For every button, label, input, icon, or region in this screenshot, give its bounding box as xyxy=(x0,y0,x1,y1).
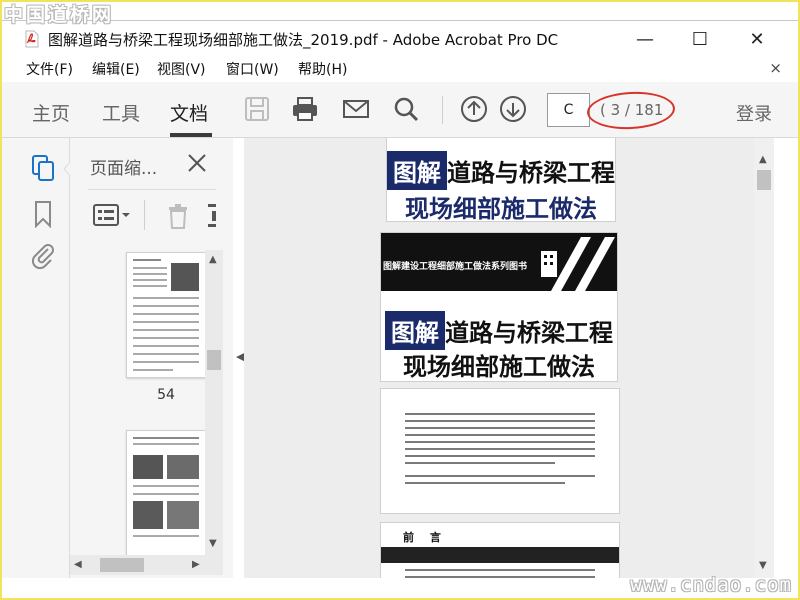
thumbnail-scrollbar[interactable]: ▲ ▼ xyxy=(205,250,223,555)
active-tab-indicator xyxy=(170,133,212,137)
scroll-left-icon[interactable]: ◀ xyxy=(74,559,82,570)
page-number-input[interactable]: C xyxy=(547,93,590,127)
thumbnail-panel: 页面缩... 54 ▲ ▼ ◀ ▶ xyxy=(70,138,233,578)
tab-home[interactable]: 主页 xyxy=(32,99,70,126)
document-page xyxy=(380,388,620,514)
menu-file[interactable]: 文件(F) xyxy=(26,59,73,79)
document-scrollbar[interactable]: ▲ ▼ xyxy=(754,138,774,578)
scrollbar-handle[interactable] xyxy=(757,170,771,190)
tab-document[interactable]: 文档 xyxy=(170,99,208,126)
panel-title: 页面缩... xyxy=(90,159,158,179)
cover-title-line2: 现场细部施工做法 xyxy=(403,353,595,381)
horizontal-scrollbar-handle[interactable] xyxy=(100,558,144,572)
page-down-icon[interactable] xyxy=(499,95,527,123)
text-line xyxy=(405,475,595,477)
mail-icon[interactable] xyxy=(342,95,370,123)
text-line xyxy=(405,448,595,450)
watermark-top: 中国道桥网 xyxy=(4,4,115,26)
main-toolbar: 主页 工具 文档 C ( 3 / 181 登录 xyxy=(2,82,798,138)
watermark-bottom: www.cndao.com xyxy=(630,574,792,596)
minimize-button[interactable]: — xyxy=(622,25,668,53)
thumbnail-options-icon[interactable] xyxy=(92,202,132,228)
cover-title-line2: 现场细部施工做法 xyxy=(405,195,597,222)
menu-view[interactable]: 视图(V) xyxy=(157,59,206,79)
maximize-button[interactable]: ☐ xyxy=(677,25,723,53)
text-line xyxy=(405,576,595,578)
text-line xyxy=(405,420,595,422)
series-banner: 图解建设工程细部施工做法系列图书 xyxy=(381,233,617,291)
navigation-rail xyxy=(2,138,70,578)
page-thumbnail[interactable] xyxy=(126,430,206,555)
page-up-icon[interactable] xyxy=(460,95,488,123)
cover-title-text: 道路与桥梁工程 xyxy=(445,319,613,347)
tab-tools[interactable]: 工具 xyxy=(102,99,140,126)
menu-bar: 文件(F) 编辑(E) 视图(V) 窗口(W) 帮助(H) × xyxy=(2,56,798,82)
menu-help[interactable]: 帮助(H) xyxy=(298,59,347,79)
thumbnail-list[interactable]: 54 xyxy=(70,250,223,555)
more-tools-icon[interactable] xyxy=(208,202,218,230)
text-line xyxy=(405,569,595,571)
text-line xyxy=(405,441,595,443)
bookmark-icon[interactable] xyxy=(30,200,56,228)
document-page: 图解建设工程细部施工做法系列图书 图解 道路与桥梁工程 现场细部施工做法 xyxy=(380,232,618,382)
menu-edit[interactable]: 编辑(E) xyxy=(92,59,140,79)
attachment-icon[interactable] xyxy=(30,242,56,270)
scroll-up-icon[interactable]: ▲ xyxy=(759,154,767,165)
thumbnail-horizontal-scrollbar[interactable]: ◀ ▶ xyxy=(70,555,223,575)
page-thumbnails-icon[interactable] xyxy=(30,154,56,182)
scroll-down-icon[interactable]: ▼ xyxy=(759,560,767,571)
search-icon[interactable] xyxy=(392,95,420,123)
print-icon[interactable] xyxy=(291,95,319,123)
toolbar-separator xyxy=(442,96,443,124)
preface-title: 前 言 xyxy=(403,531,447,544)
text-line xyxy=(405,455,595,457)
close-icon[interactable] xyxy=(186,152,208,174)
title-bar: 图解道路与桥梁工程现场细部施工做法_2019.pdf - Adobe Acrob… xyxy=(2,20,798,56)
cover-title-text: 道路与桥梁工程 xyxy=(447,159,615,187)
preface-photo-band xyxy=(381,547,619,563)
panel-tool-separator xyxy=(144,200,145,230)
window-title: 图解道路与桥梁工程现场细部施工做法_2019.pdf - Adobe Acrob… xyxy=(48,31,559,49)
cover-tu-label: 图解 xyxy=(385,311,445,350)
building-skyline-icon xyxy=(541,237,615,291)
scroll-right-icon[interactable]: ▶ xyxy=(192,559,200,570)
acrobat-pdf-icon xyxy=(25,30,39,48)
cover-tu-label: 图解 xyxy=(387,151,447,190)
scroll-down-icon[interactable]: ▼ xyxy=(209,538,217,549)
series-title: 图解建设工程细部施工做法系列图书 xyxy=(383,262,528,272)
scrollbar-handle[interactable] xyxy=(207,350,221,370)
scroll-up-icon[interactable]: ▲ xyxy=(209,254,217,265)
text-line xyxy=(405,434,595,436)
text-line xyxy=(405,482,565,484)
close-window-button[interactable]: ✕ xyxy=(734,25,780,53)
menu-window[interactable]: 窗口(W) xyxy=(226,59,279,79)
close-document-button[interactable]: × xyxy=(769,59,782,77)
document-page: 图解 道路与桥梁工程 现场细部施工做法 xyxy=(386,138,616,222)
thumbnail-page-number: 54 xyxy=(157,387,175,403)
delete-page-icon[interactable] xyxy=(166,202,190,230)
document-view[interactable]: 图解 道路与桥梁工程 现场细部施工做法 图解建设工程细部施工做法系列图书 图解 … xyxy=(244,138,754,578)
panel-divider xyxy=(88,189,216,190)
save-icon[interactable] xyxy=(243,95,271,123)
page-thumbnail[interactable] xyxy=(126,252,206,378)
login-button[interactable]: 登录 xyxy=(736,100,772,126)
text-line xyxy=(405,462,555,464)
text-line xyxy=(405,427,595,429)
text-line xyxy=(405,413,595,415)
document-page: 前 言 xyxy=(380,522,620,578)
cover-title-line1: 图解 道路与桥梁工程 xyxy=(387,151,615,190)
red-annotation-ellipse xyxy=(586,89,676,132)
cover-title-line1: 图解 道路与桥梁工程 xyxy=(381,311,617,350)
